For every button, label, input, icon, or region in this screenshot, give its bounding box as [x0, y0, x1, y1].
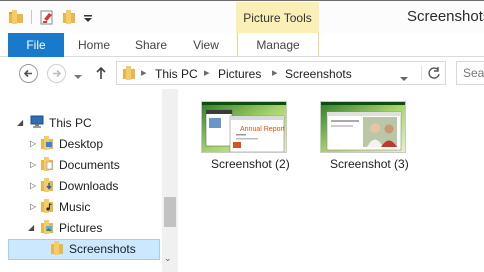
breadcrumb-this-pc[interactable]: This PC [155, 67, 198, 81]
up-button[interactable] [95, 66, 107, 83]
address-bar[interactable]: ▸ This PC ▸ Pictures ▸ Screenshots [116, 61, 446, 85]
back-arrow-icon [23, 69, 32, 78]
tree-label: This PC [49, 116, 92, 130]
tree-item-this-pc[interactable]: ◢ This PC [0, 113, 160, 133]
tab-manage[interactable]: Manage [237, 33, 319, 57]
up-arrow-icon [96, 66, 106, 79]
tree-label: Desktop [59, 137, 104, 151]
folder-icon [50, 241, 64, 261]
tree-item-downloads[interactable]: ▷ Downloads [0, 176, 160, 196]
picture-tools-label: Picture Tools [236, 2, 319, 34]
breadcrumb-chevron-icon[interactable]: ▸ [204, 66, 210, 79]
properties-icon[interactable] [40, 10, 55, 28]
tree-label: Music [59, 200, 91, 214]
breadcrumb-chevron-icon[interactable]: ▸ [141, 66, 147, 79]
thumbnail-screenshot-3[interactable] [320, 101, 406, 153]
ribbon-tabs: File Home Share View Manage [0, 33, 484, 57]
breadcrumb-pictures[interactable]: Pictures [218, 67, 261, 81]
tab-share[interactable]: Share [125, 33, 177, 57]
search-box[interactable]: Sea [456, 61, 484, 85]
collapse-arrow-icon[interactable]: ◢ [17, 113, 23, 133]
address-dropdown-icon[interactable] [400, 71, 408, 85]
scroll-thumb[interactable] [164, 197, 176, 227]
scroll-down-icon[interactable]: ⌄ [164, 253, 172, 264]
folder-icon[interactable] [8, 10, 24, 27]
desktop-folder-icon [40, 136, 54, 156]
back-button[interactable] [19, 64, 38, 83]
forward-button[interactable] [47, 64, 66, 83]
thumb-title-text: Annual Report [240, 126, 285, 133]
collapse-arrow-icon[interactable]: ◢ [28, 218, 34, 238]
qat-divider [31, 10, 32, 24]
tab-home[interactable]: Home [68, 33, 120, 57]
navigation-pane: ◢ This PC ▷ Desktop ▷ Documents ▷ Downlo… [0, 89, 178, 272]
forward-arrow-icon [53, 69, 62, 78]
search-placeholder: Sea [463, 66, 484, 80]
tab-view[interactable]: View [180, 33, 232, 57]
tree-item-documents[interactable]: ▷ Documents [0, 155, 160, 175]
tree-item-music[interactable]: ▷ Music [0, 197, 160, 217]
refresh-icon[interactable] [421, 66, 441, 80]
tree-label: Downloads [59, 179, 119, 193]
tab-file[interactable]: File [8, 33, 64, 57]
file-name-screenshot-3[interactable]: Screenshot (3) [330, 157, 409, 171]
breadcrumb-chevron-icon[interactable]: ▸ [272, 66, 278, 79]
tree-item-pictures[interactable]: ◢ Pictures [0, 218, 160, 238]
new-folder-icon[interactable] [62, 10, 76, 27]
pictures-folder-icon [40, 220, 54, 240]
thumbnail-image [321, 102, 405, 152]
tree-label: Screenshots [69, 242, 136, 256]
expand-arrow-icon[interactable]: ▷ [30, 197, 36, 217]
file-name-screenshot-2[interactable]: Screenshot (2) [211, 157, 290, 171]
title-bar: Picture Tools Screenshots [0, 0, 484, 34]
nav-scrollbar[interactable] [162, 89, 178, 272]
tree-item-screenshots[interactable]: Screenshots [8, 239, 160, 259]
tree-item-desktop[interactable]: ▷ Desktop [0, 134, 160, 154]
tree-label: Documents [59, 158, 120, 172]
file-list: Annual Report Screenshot (2) Screenshot … [178, 89, 484, 272]
tree-label: Pictures [59, 221, 103, 235]
documents-folder-icon [40, 157, 54, 177]
expand-arrow-icon[interactable]: ▷ [30, 134, 36, 154]
window-title: Screenshots [407, 8, 484, 25]
expand-arrow-icon[interactable]: ▷ [30, 176, 36, 196]
computer-icon [30, 115, 44, 135]
recent-locations-icon[interactable] [74, 69, 82, 83]
music-folder-icon [40, 199, 54, 219]
thumbnail-screenshot-2[interactable]: Annual Report [201, 101, 287, 153]
folder-icon [122, 66, 136, 83]
customize-qat-icon[interactable] [83, 12, 93, 26]
address-row: ▸ This PC ▸ Pictures ▸ Screenshots Sea [0, 57, 484, 89]
downloads-folder-icon [40, 178, 54, 198]
expand-arrow-icon[interactable]: ▷ [30, 155, 36, 175]
breadcrumb-screenshots[interactable]: Screenshots [285, 67, 352, 81]
thumbnail-image: Annual Report [202, 102, 286, 152]
